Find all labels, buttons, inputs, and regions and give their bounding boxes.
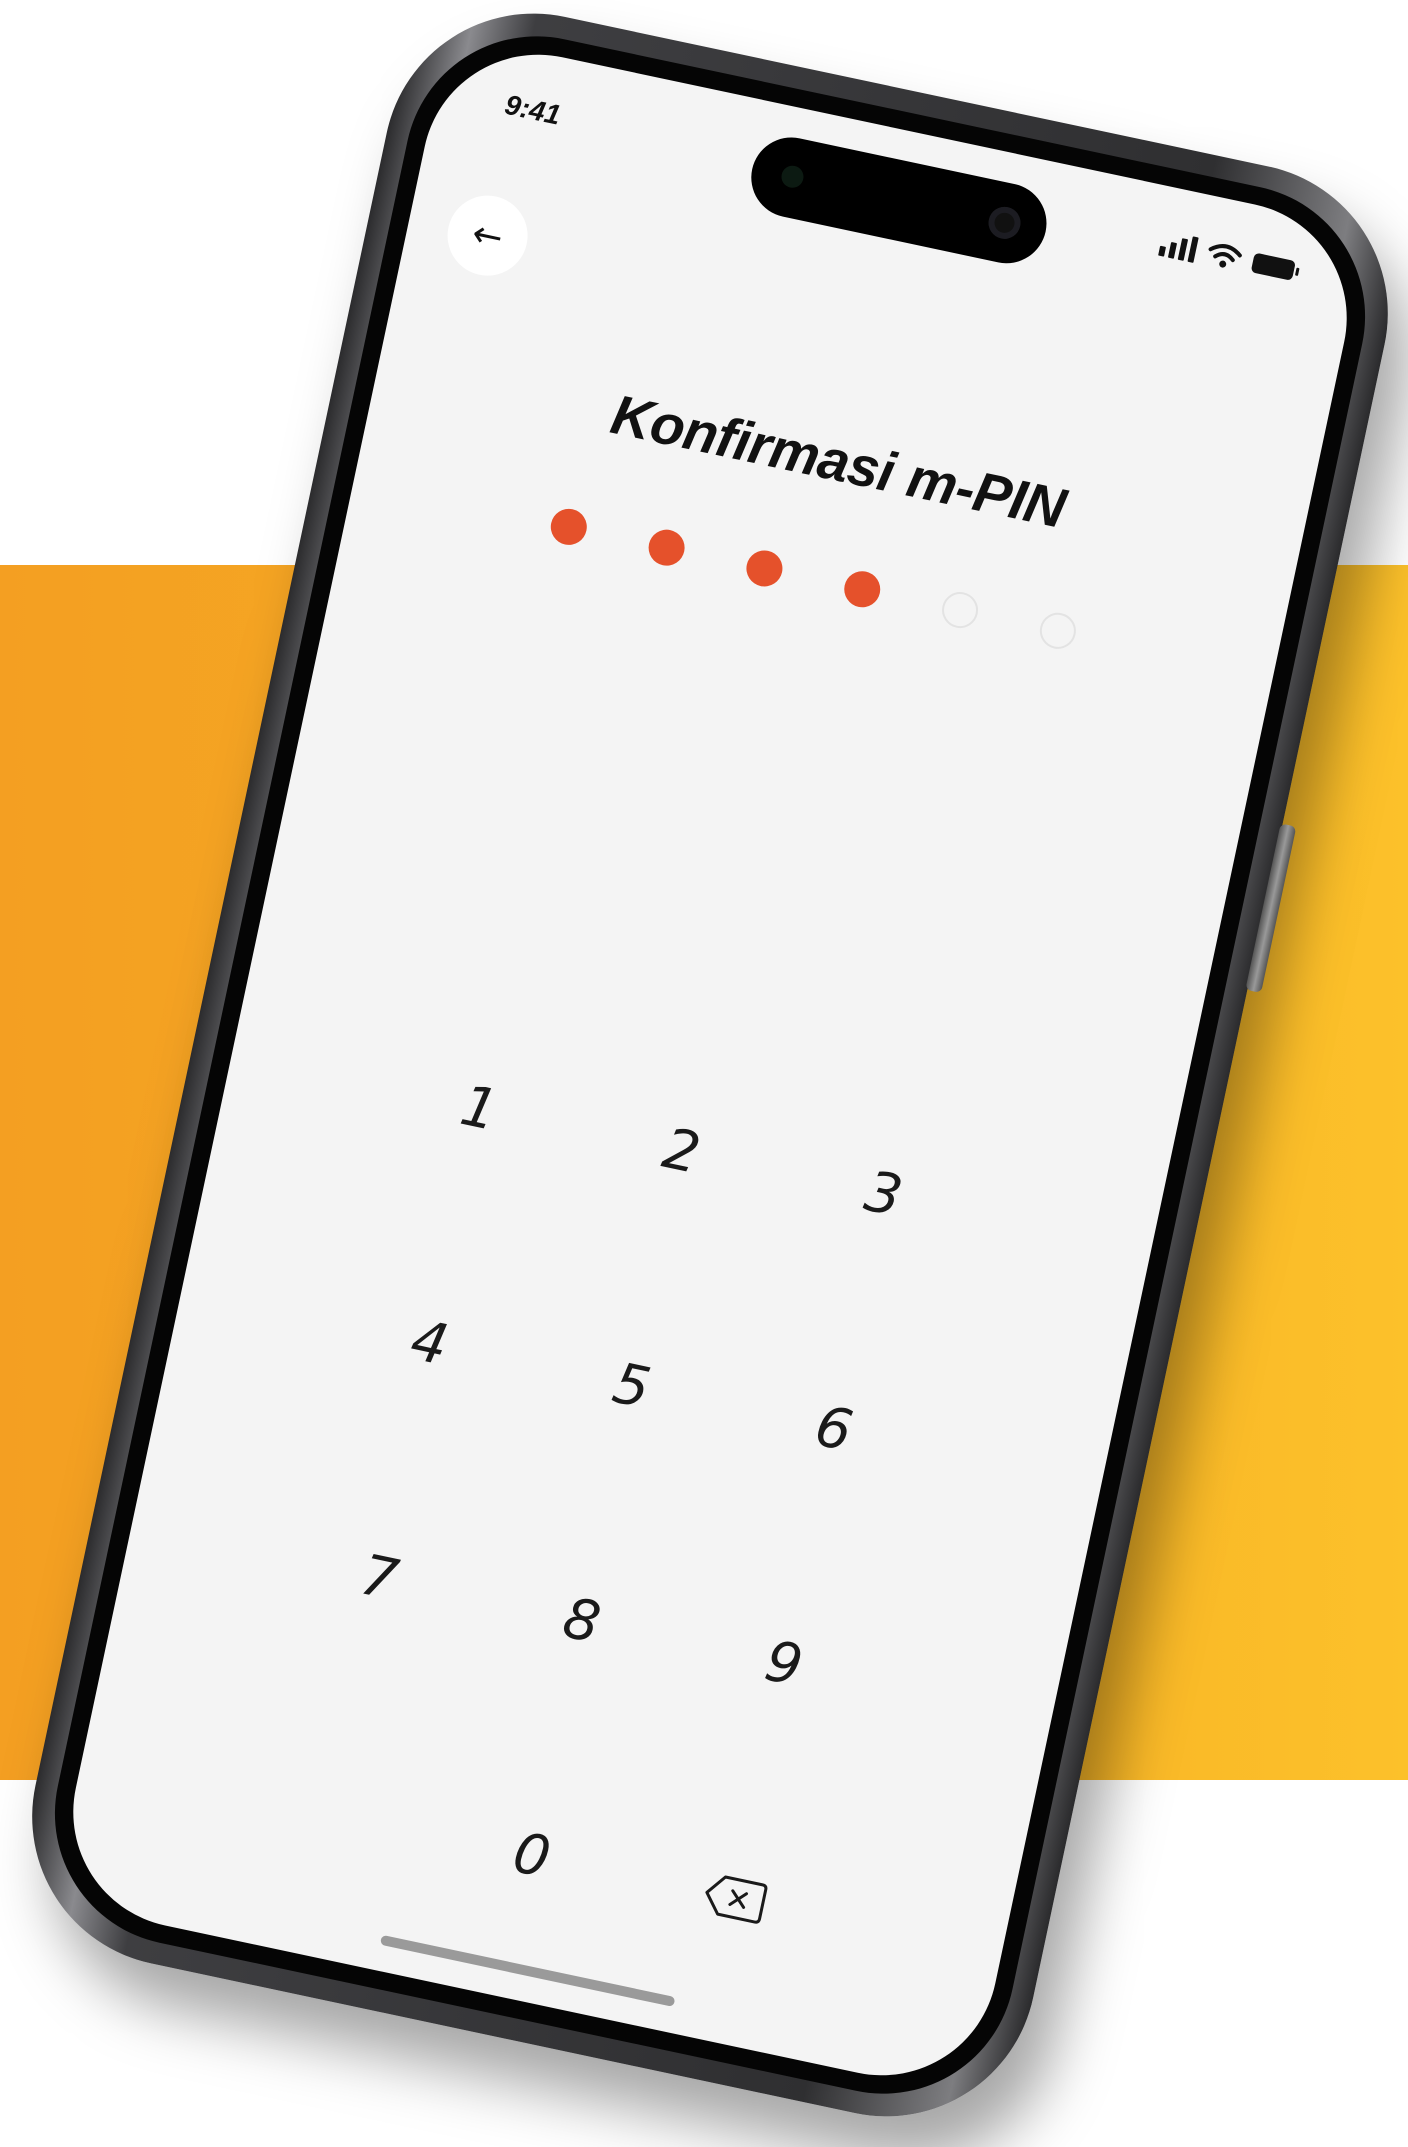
key-5[interactable]: 5 xyxy=(521,1320,742,1451)
pin-dot-filled xyxy=(840,567,884,611)
backspace-icon xyxy=(705,1875,768,1924)
status-time: 9:41 xyxy=(502,88,564,131)
phone-device: 9:41 ← Konfirmasi m-PIN 123 456 7890 xyxy=(4,0,1408,2145)
key-2[interactable]: 2 xyxy=(571,1085,792,1216)
wifi-icon xyxy=(1208,244,1242,268)
key-0[interactable]: 0 xyxy=(421,1790,642,1921)
numeric-keypad: 123 456 7890 xyxy=(219,1042,994,1963)
key-1[interactable]: 1 xyxy=(369,1042,590,1173)
pin-dot-empty xyxy=(938,588,982,632)
page-title: Konfirmasi m-PIN xyxy=(605,382,1071,540)
pin-dot-filled xyxy=(743,547,786,590)
pin-dot-filled xyxy=(645,526,688,570)
key-8[interactable]: 8 xyxy=(471,1555,692,1686)
key-6[interactable]: 6 xyxy=(723,1363,944,1494)
arrow-left-icon: ← xyxy=(468,212,507,259)
key-7[interactable]: 7 xyxy=(269,1512,490,1643)
dynamic-island xyxy=(743,130,1054,271)
camera-icon xyxy=(985,203,1024,242)
app-screen: 9:41 ← Konfirmasi m-PIN 123 456 7890 xyxy=(51,33,1369,2097)
keypad-empty-slot xyxy=(219,1747,440,1878)
backspace-button[interactable] xyxy=(624,1833,845,1964)
status-icons xyxy=(1158,230,1296,284)
signal-icon xyxy=(1158,230,1199,263)
battery-icon xyxy=(1250,252,1296,281)
back-button[interactable]: ← xyxy=(440,188,536,284)
key-9[interactable]: 9 xyxy=(673,1598,894,1729)
sensor-icon xyxy=(779,163,806,190)
pin-dot-empty xyxy=(1036,609,1080,653)
key-3[interactable]: 3 xyxy=(773,1128,994,1259)
pin-dot-filled xyxy=(547,505,591,549)
key-4[interactable]: 4 xyxy=(319,1277,540,1408)
